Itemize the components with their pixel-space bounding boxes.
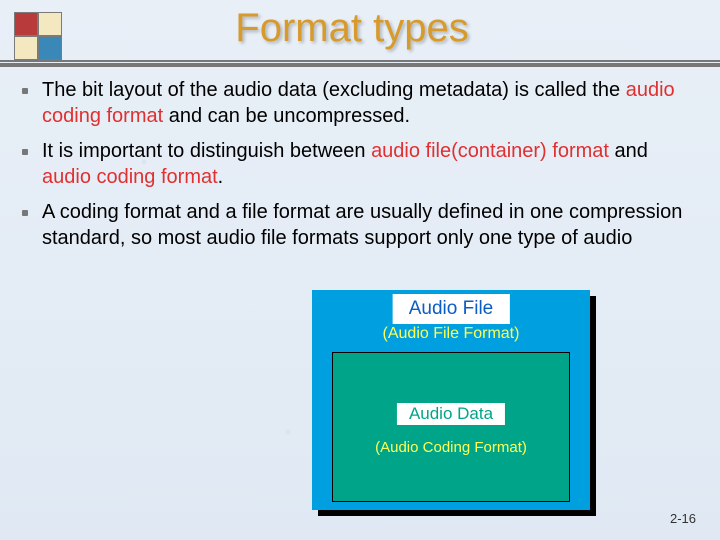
slide: Format types The bit layout of the audio… — [0, 0, 720, 540]
audio-data-box: Audio Data (Audio Coding Format) — [332, 352, 570, 502]
page-number: 2-16 — [670, 511, 696, 526]
divider — [0, 63, 720, 67]
bullet-item: A coding format and a file format are us… — [20, 200, 690, 251]
bullet-text: The bit layout of the audio data (exclud… — [42, 78, 690, 129]
audio-file-format-sub: (Audio File Format) — [312, 325, 590, 343]
divider — [0, 60, 720, 62]
audio-file-box: Audio File (Audio File Format) Audio Dat… — [312, 290, 590, 510]
bullet-item: The bit layout of the audio data (exclud… — [20, 78, 690, 129]
audio-coding-format-sub: (Audio Coding Format) — [333, 439, 569, 456]
bullet-text: A coding format and a file format are us… — [42, 200, 690, 251]
bullet-icon — [22, 210, 28, 216]
audio-file-label: Audio File — [393, 294, 510, 324]
bullet-icon — [22, 149, 28, 155]
bullet-item: It is important to distinguish between a… — [20, 139, 690, 190]
bullet-icon — [22, 88, 28, 94]
bullet-text: It is important to distinguish between a… — [42, 139, 690, 190]
slide-body: The bit layout of the audio data (exclud… — [20, 78, 690, 262]
diagram: Audio File (Audio File Format) Audio Dat… — [312, 290, 602, 520]
slide-title: Format types — [0, 6, 704, 51]
audio-data-label: Audio Data — [397, 403, 505, 425]
